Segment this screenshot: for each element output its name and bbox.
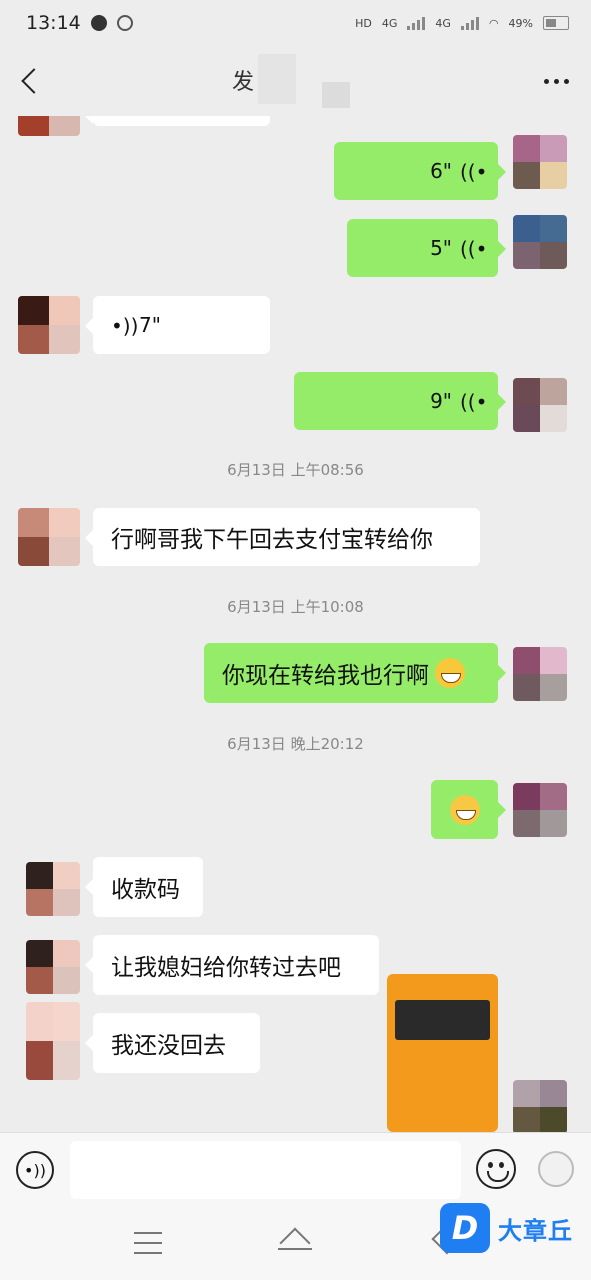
signal-icon-2: [460, 16, 479, 30]
home-nav-button[interactable]: [278, 1230, 312, 1254]
tiktok-icon: [90, 15, 107, 31]
image-thumbnail: [395, 1000, 490, 1040]
back-button[interactable]: [0, 46, 60, 116]
message-text: 你现在转给我也行啊: [222, 663, 429, 689]
my-avatar[interactable]: [513, 783, 567, 837]
voice-wave-icon: ((•: [460, 237, 488, 261]
contact-avatar[interactable]: [18, 508, 80, 566]
watermark-logo: D: [440, 1203, 490, 1253]
voice-message[interactable]: •)) 7": [85, 296, 270, 354]
chat-title: 发: [232, 70, 255, 95]
more-options-button[interactable]: [521, 46, 591, 116]
status-time: 13:14: [26, 12, 81, 34]
contact-avatar[interactable]: [26, 862, 80, 916]
battery-percent: 49%: [508, 16, 533, 30]
title-mosaic: [322, 82, 350, 108]
message-input[interactable]: [70, 1141, 461, 1199]
network-label-1: 4G: [381, 16, 398, 30]
title-mosaic: [258, 54, 296, 104]
my-avatar[interactable]: [513, 135, 567, 189]
message-text: 我还没回去: [111, 1033, 226, 1059]
contact-avatar[interactable]: [26, 1002, 80, 1080]
sticker-message[interactable]: [431, 780, 506, 839]
message-text: 行啊哥我下午回去支付宝转给你: [111, 527, 433, 553]
status-bar: 13:14 HD 4G 4G ◠ 49%: [0, 0, 591, 46]
voice-wave-icon: •)): [24, 1160, 46, 1180]
battery-icon: [543, 16, 569, 30]
voice-wave-icon: ((•: [460, 390, 488, 414]
my-avatar[interactable]: [513, 1080, 567, 1132]
message-text: 收款码: [111, 877, 180, 903]
message-text: 让我媳妇给你转过去吧: [111, 955, 341, 981]
timestamp: 6月13日 上午10:08: [227, 598, 364, 616]
my-avatar[interactable]: [513, 215, 567, 269]
confused-emoji-icon: [449, 794, 480, 825]
signal-icon-1: [407, 16, 426, 30]
emoji-button[interactable]: [476, 1149, 516, 1189]
voice-duration: 7": [139, 313, 161, 337]
my-avatar[interactable]: [513, 647, 567, 701]
timestamp: 6月13日 晚上20:12: [227, 735, 364, 753]
app-notification-icon: [116, 15, 133, 31]
wifi-icon: ◠: [488, 16, 499, 30]
network-label-2: 4G: [435, 16, 451, 30]
contact-avatar[interactable]: [26, 940, 80, 994]
watermark-text: 大章丘: [498, 1216, 573, 1245]
voice-message[interactable]: 5" ((•: [347, 219, 506, 277]
chat-header: 发: [0, 46, 591, 116]
text-message[interactable]: 收款码: [85, 857, 203, 917]
voice-duration: 9": [430, 389, 452, 413]
text-message[interactable]: 我还没回去: [85, 1013, 260, 1073]
watermark: D 大章丘: [440, 1202, 573, 1254]
more-functions-button[interactable]: [538, 1151, 574, 1187]
my-avatar[interactable]: [513, 378, 567, 432]
timestamp: 6月13日 上午08:56: [227, 461, 364, 479]
grin-emoji-icon: [435, 658, 465, 688]
back-arrow-icon: [21, 68, 47, 94]
voice-duration: 5": [430, 236, 452, 260]
message-bubble-partial[interactable]: [85, 116, 270, 126]
smiley-icon: [487, 1171, 509, 1182]
text-message[interactable]: 行啊哥我下午回去支付宝转给你: [85, 508, 480, 566]
voice-message[interactable]: 9" ((•: [294, 372, 506, 430]
voice-wave-icon: ((•: [460, 160, 488, 184]
message-input-bar: •)): [0, 1132, 591, 1207]
voice-message[interactable]: 6" ((•: [334, 142, 506, 200]
image-message[interactable]: [387, 974, 498, 1132]
voice-input-button[interactable]: •)): [16, 1151, 54, 1189]
contact-avatar[interactable]: [18, 116, 80, 136]
voice-duration: 6": [430, 159, 452, 183]
voice-wave-icon: •)): [111, 314, 139, 338]
hd-icon: HD: [355, 16, 372, 30]
message-list[interactable]: 6" ((• 5" ((• •)) 7" 9" ((• 6月13日 上午08:5…: [0, 116, 591, 1132]
contact-avatar[interactable]: [18, 296, 80, 354]
text-message[interactable]: 你现在转给我也行啊: [204, 643, 506, 703]
menu-nav-button[interactable]: [134, 1232, 162, 1254]
text-message[interactable]: 让我媳妇给你转过去吧: [85, 935, 379, 995]
